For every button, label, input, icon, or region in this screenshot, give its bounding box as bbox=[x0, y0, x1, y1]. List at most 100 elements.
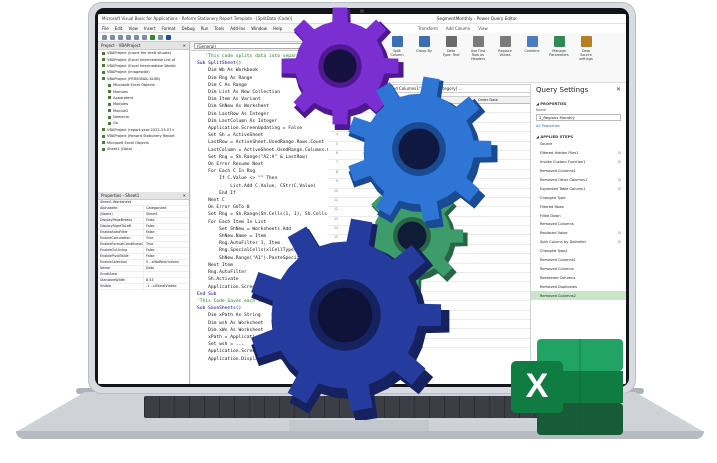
applied-step[interactable]: Filtered Hidden Files1 ⚙ bbox=[531, 149, 626, 158]
ribbon-button-data-source-settings[interactable]: Data Source settings bbox=[577, 36, 595, 61]
tree-item-label: Microsoft Excel Objects bbox=[113, 83, 155, 88]
applied-step[interactable]: Reordered Columns bbox=[531, 273, 626, 282]
run-icon[interactable] bbox=[150, 34, 155, 40]
property-name: EnableSelection bbox=[98, 260, 144, 265]
property-name: EnableAutoFilter bbox=[98, 230, 144, 235]
tab-transform[interactable]: Transform bbox=[418, 26, 438, 31]
tab-view[interactable]: View bbox=[478, 26, 488, 31]
break-icon[interactable] bbox=[158, 34, 163, 40]
property-value: False bbox=[146, 230, 155, 234]
tree-item[interactable]: Sheet1 (Data) bbox=[98, 146, 189, 152]
tab-addcolumn[interactable]: Add Column bbox=[446, 26, 470, 31]
row-number: 6 bbox=[335, 150, 338, 155]
step-settings-icon[interactable]: ⚙ bbox=[618, 231, 621, 235]
ribbon-button-manage-parameters[interactable]: Manage Parameters bbox=[549, 36, 569, 57]
project-node-icon bbox=[102, 58, 105, 62]
properties-grid: (Name) Sheet1 DisplayPageBreaks False Displa… bbox=[98, 212, 189, 290]
tree-item-label: VBAProject (Excel Intermediate Workb bbox=[107, 63, 176, 68]
close-icon[interactable]: ✕ bbox=[616, 86, 621, 93]
reset-icon[interactable] bbox=[166, 34, 171, 40]
applied-step[interactable]: Expanded Table Column1 ⚙ bbox=[531, 184, 626, 193]
ribbon-button-use-first-row-as-headers[interactable]: Use First Row as Headers bbox=[469, 36, 487, 61]
applied-step[interactable]: Filtered Rows bbox=[531, 202, 626, 211]
tab-alphabetic[interactable]: Alphabetic bbox=[98, 206, 144, 211]
close-icon[interactable]: ✕ bbox=[183, 193, 186, 198]
applied-step[interactable]: Split Column by Delimiter ⚙ bbox=[531, 238, 626, 247]
applied-step[interactable]: Source bbox=[531, 140, 626, 149]
menu-item-insert[interactable]: Insert bbox=[144, 26, 155, 31]
applied-step[interactable]: Filled Down bbox=[531, 211, 626, 220]
menu-item-tools[interactable]: Tools bbox=[214, 26, 224, 31]
navy-gear-icon bbox=[251, 218, 450, 420]
applied-step[interactable]: Removed Columns bbox=[531, 264, 626, 273]
ribbon-icon bbox=[526, 36, 538, 47]
menu-item-addins[interactable]: Add-Ins bbox=[230, 26, 245, 31]
tree-item-label: VBAProject (Excel Intermediate List of bbox=[107, 57, 176, 62]
excel-view-icon[interactable] bbox=[102, 34, 107, 40]
project-node-icon bbox=[102, 134, 105, 138]
close-icon[interactable]: ✕ bbox=[183, 43, 186, 48]
applied-step[interactable]: Replaced Value ⚙ bbox=[531, 229, 626, 238]
property-value: Sheet1 bbox=[146, 212, 158, 216]
excel-logo-letter: X bbox=[526, 367, 549, 405]
ribbon-button-group-by[interactable]: Group By bbox=[415, 36, 433, 53]
tree-item-label: Modules bbox=[113, 102, 128, 107]
tab-categorized[interactable]: Categorized bbox=[144, 206, 189, 211]
menu-item-file[interactable]: File bbox=[102, 26, 109, 31]
row-number: 11 bbox=[333, 197, 338, 202]
applied-step[interactable]: Removed Columns1 bbox=[531, 256, 626, 265]
property-row[interactable]: Visible -1 - xlSheetVisible bbox=[98, 284, 189, 290]
applied-step[interactable]: Removed Columns2 bbox=[531, 291, 626, 301]
applied-step[interactable]: Removed Other Columns1 ⚙ bbox=[531, 176, 626, 185]
applied-step[interactable]: Changed Type bbox=[531, 193, 626, 202]
ribbon-icon bbox=[445, 36, 457, 47]
ribbon-button-replace-values[interactable]: Replace Values bbox=[496, 36, 514, 57]
step-settings-icon[interactable]: ⚙ bbox=[618, 240, 621, 244]
ribbon-button-combine[interactable]: Combine bbox=[523, 36, 541, 53]
properties-object-label: Sheet1 Worksheet bbox=[98, 200, 189, 205]
properties-window: Properties - Sheet1 ✕ Sheet1 Worksheet A… bbox=[98, 192, 190, 384]
menu-item-format[interactable]: Format bbox=[161, 26, 175, 31]
tree-item-label: Sheet1 (Data) bbox=[107, 147, 133, 152]
applied-step[interactable]: Removed Columns bbox=[531, 220, 626, 229]
project-node-icon bbox=[108, 83, 111, 87]
ribbon-button-label: Group By bbox=[416, 49, 432, 53]
menu-item-debug[interactable]: Debug bbox=[182, 26, 195, 31]
blue-gear-hole bbox=[398, 128, 440, 170]
applied-step[interactable]: Removed Columns1 bbox=[531, 167, 626, 176]
project-explorer: Project - VBAProject ✕ VBAProject (inser… bbox=[98, 42, 190, 192]
ribbon-icon bbox=[499, 36, 511, 47]
menu-item-run[interactable]: Run bbox=[201, 26, 209, 31]
ribbon-button-data-type-text[interactable]: Data Type: Text bbox=[442, 36, 460, 57]
query-name-input[interactable]: 2_Regions Monthly bbox=[536, 114, 621, 121]
ribbon-button-label: Replace Values bbox=[498, 49, 512, 57]
name-label: Name bbox=[536, 108, 547, 112]
project-node-icon bbox=[102, 51, 105, 55]
step-settings-icon[interactable]: ⚙ bbox=[618, 151, 621, 155]
step-settings-icon[interactable]: ⚙ bbox=[618, 178, 621, 182]
applied-step-label: Reordered Columns bbox=[540, 275, 576, 280]
project-node-icon bbox=[102, 77, 105, 81]
property-value: False bbox=[146, 218, 155, 222]
step-settings-icon[interactable]: ⚙ bbox=[618, 187, 621, 191]
copy-icon[interactable] bbox=[134, 34, 139, 40]
row-number: 8 bbox=[335, 169, 338, 174]
step-settings-icon[interactable]: ⚙ bbox=[618, 160, 621, 164]
applied-step[interactable]: Removed Duplicates bbox=[531, 282, 626, 291]
paste-icon[interactable] bbox=[142, 34, 147, 40]
menu-item-window[interactable]: Window bbox=[251, 26, 267, 31]
menu-item-edit[interactable]: Edit bbox=[115, 26, 123, 31]
applied-steps-label: APPLIED STEPS bbox=[540, 134, 574, 139]
tree-item-label: VBAProject (PERSONAL.XLSB) bbox=[107, 76, 161, 81]
tree-item-label: Module2 bbox=[113, 108, 129, 113]
all-properties-link[interactable]: All Properties bbox=[531, 122, 626, 131]
property-name: Visible bbox=[98, 284, 144, 289]
save-icon[interactable] bbox=[118, 34, 123, 40]
menu-item-view[interactable]: View bbox=[128, 26, 138, 31]
ribbon-button-label: Data Source settings bbox=[579, 49, 593, 61]
applied-step[interactable]: Invoke Custom Function1 ⚙ bbox=[531, 158, 626, 167]
cut-icon[interactable] bbox=[126, 34, 131, 40]
insert-module-icon[interactable] bbox=[110, 34, 115, 40]
properties-section-label: ◢ PROPERTIES bbox=[536, 101, 567, 106]
applied-step[interactable]: Changed Type1 bbox=[531, 247, 626, 256]
